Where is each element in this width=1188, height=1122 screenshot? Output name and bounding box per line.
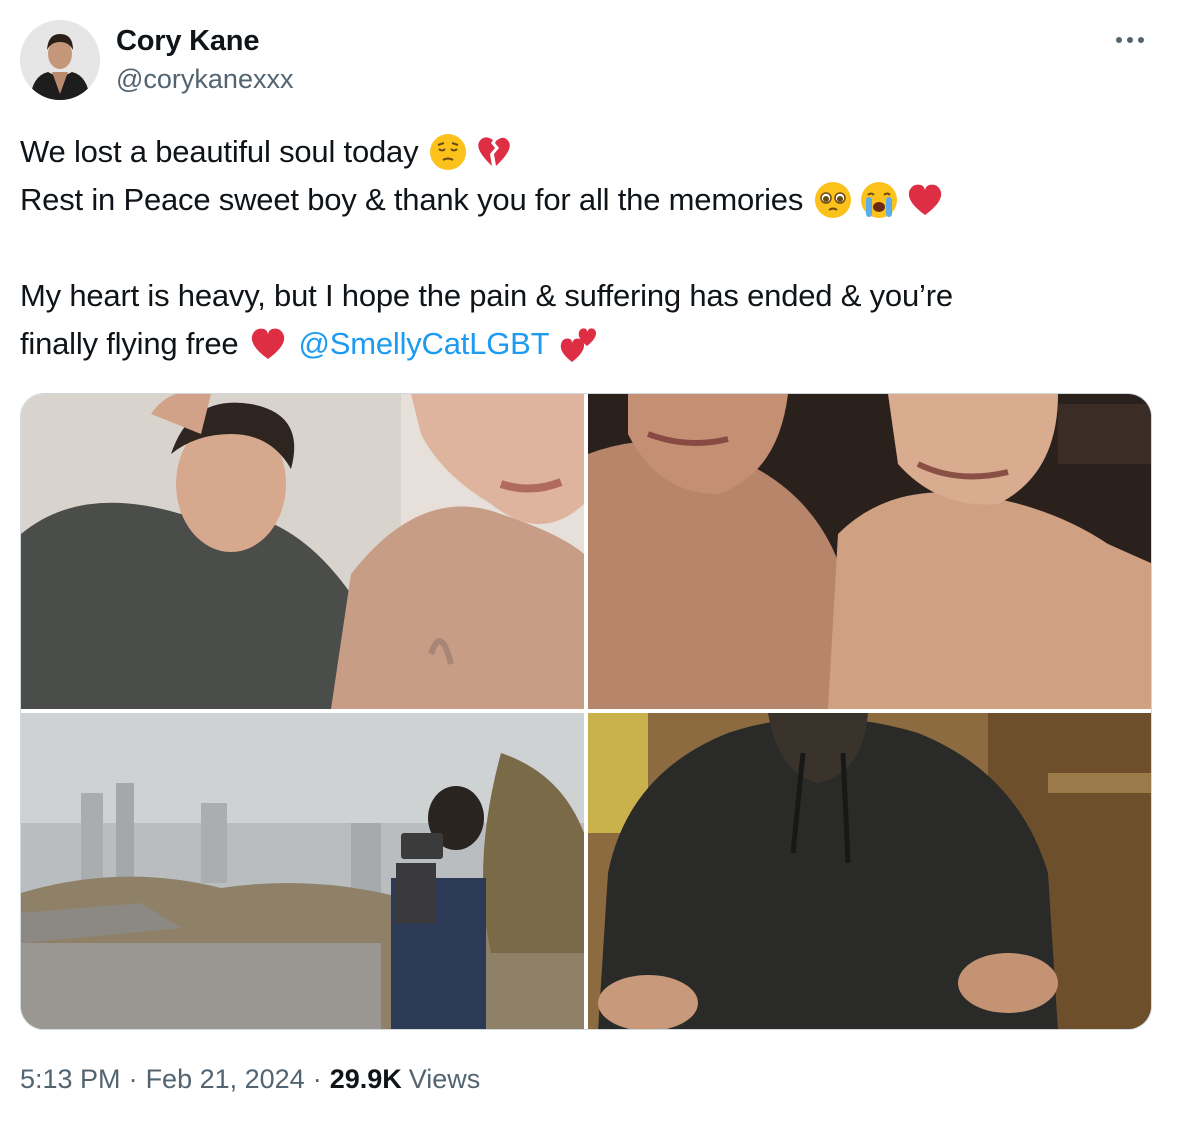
tweet-line-1: We lost a beautiful soul today bbox=[20, 128, 1160, 176]
avatar[interactable] bbox=[20, 20, 100, 100]
avatar-image bbox=[20, 20, 100, 100]
tweet-date[interactable]: Feb 21, 2024 bbox=[146, 1064, 305, 1095]
tweet-line-3: My heart is heavy, but I hope the pain &… bbox=[20, 272, 1160, 320]
views-label: Views bbox=[408, 1064, 481, 1094]
meta-separator: · bbox=[128, 1064, 138, 1094]
more-options-button[interactable] bbox=[1108, 22, 1152, 58]
photo-3[interactable] bbox=[21, 713, 584, 1029]
tweet-line-1-text: We lost a beautiful soul today bbox=[20, 134, 419, 169]
pleading-face-icon bbox=[813, 180, 853, 220]
tweet-line-2-text: Rest in Peace sweet boy & thank you for … bbox=[20, 182, 804, 217]
tweet: Cory Kane @corykanexxx We lost a beautif… bbox=[0, 0, 1188, 1122]
photo-1-image bbox=[21, 394, 584, 709]
loudly-crying-face-icon bbox=[859, 180, 899, 220]
media-grid bbox=[20, 393, 1152, 1030]
photo-4[interactable] bbox=[588, 713, 1151, 1029]
tweet-time[interactable]: 5:13 PM bbox=[20, 1064, 121, 1095]
tweet-line-3-text: My heart is heavy, but I hope the pain &… bbox=[20, 278, 953, 313]
photo-3-image bbox=[21, 713, 584, 1029]
pensive-face-icon bbox=[428, 132, 468, 172]
tweet-line-4-text: finally flying free bbox=[20, 326, 239, 361]
photo-1[interactable] bbox=[21, 394, 584, 709]
photo-2[interactable] bbox=[588, 394, 1151, 709]
tweet-text: We lost a beautiful soul today Rest in P… bbox=[20, 128, 1160, 368]
more-dot-icon bbox=[1138, 37, 1144, 43]
mention-link[interactable]: @SmellyCatLGBT bbox=[298, 320, 549, 368]
author-name[interactable]: Cory Kane bbox=[116, 25, 259, 58]
tweet-line-4: finally flying free @SmellyCatLGBT bbox=[20, 320, 1160, 368]
more-dot-icon bbox=[1127, 37, 1133, 43]
tweet-meta: 5:13 PM · Feb 21, 2024 · 29.9K Views bbox=[20, 1064, 480, 1095]
more-dot-icon bbox=[1116, 37, 1122, 43]
photo-4-image bbox=[588, 713, 1151, 1029]
red-heart-icon bbox=[248, 324, 288, 364]
meta-separator: · bbox=[312, 1064, 322, 1094]
tweet-line-2: Rest in Peace sweet boy & thank you for … bbox=[20, 176, 1160, 224]
views-count[interactable]: 29.9K bbox=[330, 1064, 402, 1095]
photo-2-image bbox=[588, 394, 1151, 709]
author-handle[interactable]: @corykanexxx bbox=[116, 64, 293, 95]
broken-heart-icon bbox=[474, 132, 514, 172]
red-heart-icon bbox=[905, 180, 945, 220]
two-hearts-icon bbox=[559, 324, 599, 364]
